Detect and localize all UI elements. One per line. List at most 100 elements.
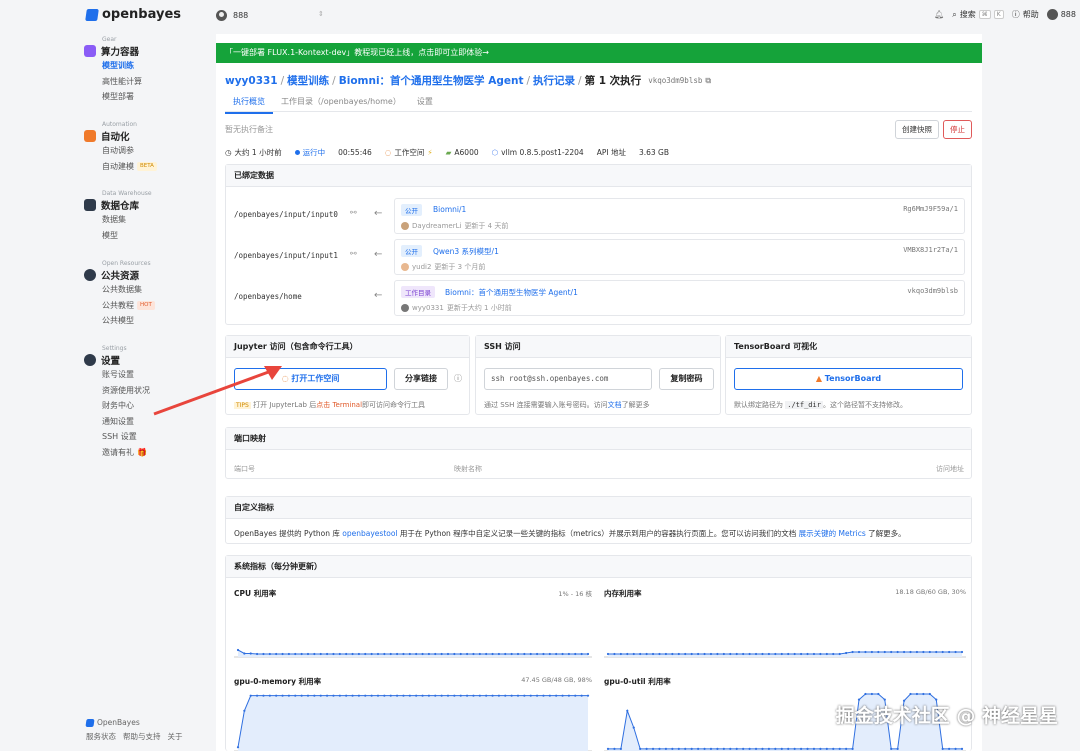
chart-point [383,652,386,656]
nav-title-settings[interactable]: 设置 [84,353,150,367]
sidebar-item-datasets[interactable]: 数据集 [102,212,152,228]
bound-name[interactable]: Biomni：首个通用型生物医学 Agent/1 [445,287,578,298]
bound-item[interactable]: 公开 Biomni/1 Rg6MmJ9F59a/1 DaydreamerLi 更新… [394,198,965,234]
watermark: 掘金技术社区 @ 神经星星 [835,705,1058,727]
bound-name[interactable]: Biomni/1 [433,205,466,214]
brand-logo[interactable]: openbayes [85,7,181,22]
chart-point [306,694,310,697]
breadcrumb-project[interactable]: Biomni：首个通用型生物医学 Agent [339,73,524,88]
tensorboard-label: TensorBoard [824,374,882,383]
sidebar-item-account[interactable]: 账号设置 [102,367,150,383]
ssh-command-field[interactable]: ssh root@ssh.openbayes.com [484,368,652,390]
sidebar-item-model-deploy[interactable]: 模型部署 [102,89,142,105]
unlink-icon[interactable]: ⚯ [350,208,357,217]
chart-point [793,747,796,750]
stop-button[interactable]: 停止 [943,120,972,139]
port-mapping-card: 端口映射 端口号 映射名称 访问地址 [225,427,972,479]
chart-point [883,650,886,654]
bound-hash: VMBX8J1r2Ta/1 [903,246,958,254]
sidebar-item-invite[interactable]: 邀请有礼 🎁 [102,445,150,461]
chart-point [754,652,758,656]
chart-point [478,652,481,656]
search-button[interactable]: ⌕ 搜索 ⌘ K [952,9,1004,20]
announcement-banner[interactable]: 「一键部署 FLUX.1-Kontext-dev」教程现已经上线，点击即可立即体… [216,43,982,63]
nav-title-data[interactable]: 数据仓库 [84,198,152,212]
chart-point [281,652,284,656]
sidebar-item-finance[interactable]: 财务中心 [102,398,150,414]
sidebar-item-label: 模型训练 [102,61,134,70]
sidebar-item-model-training[interactable]: 模型训练 [102,58,142,74]
sidebar-item-ssh[interactable]: SSH 设置 [102,429,150,445]
help-button[interactable]: ⓘ 帮助 [1012,9,1039,20]
sidebar-item-usage[interactable]: 资源使用状况 [102,383,150,399]
avatar [401,222,409,230]
bound-owner: DaydreamerLi [412,222,462,230]
sidebar-item-public-models[interactable]: 公共模型 [102,313,155,329]
info-icon[interactable]: ⓘ [454,373,462,384]
sidebar-item-autotune[interactable]: 自动调参 [102,143,157,159]
col-name: 映射名称 [454,465,482,473]
bound-item[interactable]: 公开 Qwen3 系列模型/1 VMBX8J1r2Ta/1 yudi2 更新于 3… [394,239,965,275]
nav-title-compute[interactable]: 算力容器 [84,44,142,58]
sidebar-item-hpc[interactable]: 高性能计算 [102,74,142,90]
avatar [401,263,409,271]
sidebar-item-label: 账号设置 [102,370,134,379]
metrics-doc-link[interactable]: 展示关键的 Metrics [799,529,866,538]
chart-point [567,694,571,697]
chart-point [434,694,437,697]
copy-password-button[interactable]: 复制密码 [659,368,714,390]
sidebar-item-public-tutorials[interactable]: 公共教程 HOT [102,298,155,314]
unlink-icon[interactable]: ⚯ [350,249,357,258]
chart-point [851,747,854,750]
bell-icon[interactable]: 🔔︎ [934,10,944,19]
openbayestool-link[interactable]: openbayestool [342,529,397,538]
sidebar-item-automl[interactable]: 自动建模 BETA [102,159,157,175]
org-switcher[interactable]: 888 ⇕ [216,10,324,21]
custom-text: OpenBayes 提供的 Python 库 [234,529,340,538]
chart-point [555,652,558,656]
chart-point [364,652,367,656]
footer-link-about[interactable]: 关于 [168,732,183,741]
cpu-chart-svg [234,648,592,658]
sidebar-item-label: 公共数据集 [102,285,142,294]
copy-icon[interactable]: ⧉ [705,76,711,86]
create-snapshot-button[interactable]: 创建快照 [895,120,939,139]
breadcrumb-runs[interactable]: 执行记录 [533,73,575,88]
chart-point [421,652,424,656]
meta-image-value: vllm 0.8.5.post1-2204 [501,148,584,157]
breadcrumb-user[interactable]: wyy0331 [225,75,278,87]
custom-text: 了解更多。 [868,529,906,538]
ssh-doc-link[interactable]: 文档 [608,401,622,409]
run-note[interactable]: 暂无执行备注 [225,124,273,135]
chart-point [651,747,655,750]
share-link-button[interactable]: 分享链接 [394,368,448,390]
sidebar-item-public-datasets[interactable]: 公共数据集 [102,282,155,298]
chart-point [338,652,341,656]
nav-title-public[interactable]: 公共资源 [84,268,155,282]
col-port: 端口号 [234,465,255,473]
footer-link-help[interactable]: 帮助与支持 [123,732,161,741]
gear-icon [84,354,96,366]
bound-meta: DaydreamerLi 更新于 4 天前 [401,221,508,231]
sidebar-item-notify[interactable]: 通知设置 [102,414,150,430]
footer-link-status[interactable]: 服务状态 [86,732,116,741]
chart-point [671,747,674,750]
bound-row: /openbayes/input/input0 ⚯ ← 公开 Biomni/1 … [226,196,972,236]
tip-terminal-link[interactable]: 点击 Terminal [316,401,362,409]
tip-text: 即可访问命令行工具 [362,401,426,409]
chart-point [243,652,246,655]
meta-api-link[interactable]: API 地址 [597,147,626,158]
meta-workspace[interactable]: ◌ 工作空间 ⚡ [385,147,433,158]
bound-name[interactable]: Qwen3 系列模型/1 [433,246,499,257]
nav-title-automation[interactable]: 自动化 [84,129,157,143]
chart-point [446,694,450,697]
tensorboard-button[interactable]: ▲ TensorBoard [734,368,963,390]
sidebar-item-label: 公共教程 [102,300,134,310]
chart-point [742,652,745,656]
breadcrumb-model-training[interactable]: 模型训练 [287,73,329,88]
bound-item[interactable]: 工作目录 Biomni：首个通用型生物医学 Agent/1 vkqo3dm9bl… [394,280,965,316]
user-menu[interactable]: 888 [1046,9,1076,20]
chart-point [440,652,443,656]
chart-point [922,650,925,654]
sidebar-item-models[interactable]: 模型 [102,228,152,244]
